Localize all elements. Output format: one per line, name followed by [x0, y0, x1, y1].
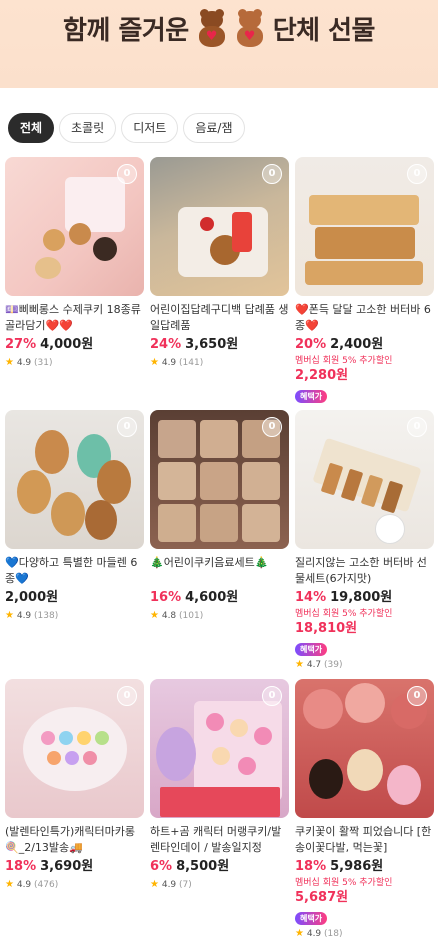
price-row: 18% 3,690원: [5, 858, 144, 876]
discount-rate: 6%: [150, 859, 173, 874]
rating: ★ 4.9 (476): [5, 879, 59, 890]
bear-cookie-icon: ♥: [235, 8, 265, 47]
discount-rate: 16%: [150, 590, 182, 605]
product-card[interactable]: 0 어린이집답례구디백 답례품 생일답례품 24% 3,650원 ★ 4.9 (1…: [150, 157, 289, 369]
price-row: 27% 4,000원: [5, 336, 144, 354]
wishlist-heart-icon[interactable]: 0: [262, 164, 282, 184]
product-image[interactable]: 0: [5, 679, 144, 818]
tab-dessert[interactable]: 디저트: [121, 113, 179, 143]
product-name[interactable]: 쿠키꽃이 활짝 피었습니다 [한송이꽃다발, 먹는꽃]: [295, 824, 434, 856]
product-image[interactable]: 0: [295, 679, 434, 818]
sale-price: 3,650원: [185, 337, 239, 352]
rating: ★ 4.9 (7): [150, 879, 192, 890]
tab-chocolate[interactable]: 초콜릿: [59, 113, 117, 143]
sale-price: 4,000원: [40, 337, 94, 352]
wishlist-heart-icon[interactable]: 0: [407, 686, 427, 706]
product-name[interactable]: 질리지않는 고소한 버터바 선물세트(6가지맛): [295, 555, 434, 587]
wishlist-heart-icon[interactable]: 0: [117, 686, 137, 706]
price-row: 6% 8,500원: [150, 858, 289, 876]
rating: ★ 4.9 (31): [5, 357, 53, 368]
sale-price: 3,690원: [40, 859, 94, 874]
star-icon: ★: [295, 659, 304, 670]
product-name[interactable]: 하트+곰 캐릭터 머랭쿠키/발렌타인데이 / 발송일지정: [150, 824, 289, 856]
product-name[interactable]: 💙다양하고 특별한 마들렌 6종💙: [5, 555, 144, 587]
product-card[interactable]: 0 쿠키꽃이 활짝 피었습니다 [한송이꽃다발, 먹는꽃] 18% 5,986원 …: [295, 679, 434, 938]
price-row: 24% 3,650원: [150, 336, 289, 354]
product-image[interactable]: 0: [150, 157, 289, 296]
promo-banner: 함께 즐거운 ♥ ♥ 단체 선물: [0, 0, 438, 88]
product-card[interactable]: 0 질리지않는 고소한 버터바 선물세트(6가지맛) 14% 19,800원 멤버…: [295, 410, 434, 671]
wishlist-heart-icon[interactable]: 0: [262, 686, 282, 706]
banner-title: 함께 즐거운 ♥ ♥ 단체 선물: [0, 8, 438, 47]
price-row: 18% 5,986원: [295, 858, 434, 876]
discount-rate: 14%: [295, 590, 327, 605]
sale-price: 5,986원: [330, 859, 384, 874]
discount-rate: 24%: [150, 337, 182, 352]
banner-title-left: 함께 즐거운: [63, 16, 189, 46]
rating: ★ 4.9 (138): [5, 610, 59, 621]
star-icon: ★: [150, 357, 159, 368]
price-row: 20% 2,400원: [295, 336, 434, 354]
sale-price: 2,400원: [330, 337, 384, 352]
rating: ★ 4.9 (141): [150, 357, 204, 368]
membership-price: 18,810원: [295, 621, 358, 636]
tab-beverage-jam[interactable]: 음료/잼: [183, 113, 245, 143]
category-tabs: 전체 초콜릿 디저트 음료/잼: [8, 113, 245, 143]
product-card[interactable]: 0 하트+곰 캐릭터 머랭쿠키/발렌타인데이 / 발송일지정 6% 8,500원 …: [150, 679, 289, 891]
sale-price: 2,000원: [5, 590, 59, 605]
product-card[interactable]: 0 🎄어린이쿠키음료세트🎄 16% 4,600원 ★ 4.8 (101): [150, 410, 289, 622]
price-row: 16% 4,600원: [150, 589, 289, 607]
product-name[interactable]: 💷삐삐롱스 수제쿠키 18종류 골라담기❤️❤️: [5, 302, 144, 334]
product-image[interactable]: 0: [295, 410, 434, 549]
benefit-price-badge: 혜택가: [295, 643, 328, 656]
bear-cookie-icon: ♥: [197, 8, 227, 47]
product-name[interactable]: (발렌타인특가)캐릭터마카롱🍭_2/13발송🚚: [5, 824, 144, 856]
rating: ★ 4.8 (101): [150, 610, 204, 621]
star-icon: ★: [5, 610, 14, 621]
tab-all[interactable]: 전체: [8, 113, 55, 143]
membership-discount-text: 멤버십 회원 5% 추가할인: [295, 878, 393, 888]
benefit-price-badge: 혜택가: [295, 912, 328, 925]
sale-price: 19,800원: [330, 590, 393, 605]
membership-price: 2,280원: [295, 368, 349, 383]
membership-price: 5,687원: [295, 890, 349, 905]
discount-rate: 27%: [5, 337, 37, 352]
rating: ★ 4.7 (39): [295, 659, 343, 670]
product-card[interactable]: 0 (발렌타인특가)캐릭터마카롱🍭_2/13발송🚚 18% 3,690원 ★ 4.…: [5, 679, 144, 891]
product-name[interactable]: 🎄어린이쿠키음료세트🎄: [150, 555, 289, 587]
banner-title-right: 단체 선물: [272, 16, 376, 46]
discount-rate: 20%: [295, 337, 327, 352]
product-image[interactable]: 0: [5, 410, 144, 549]
product-card[interactable]: 0 💷삐삐롱스 수제쿠키 18종류 골라담기❤️❤️ 27% 4,000원 ★ 4…: [5, 157, 144, 369]
product-image[interactable]: 0: [5, 157, 144, 296]
product-image[interactable]: 0: [150, 410, 289, 549]
discount-rate: 18%: [5, 859, 37, 874]
star-icon: ★: [5, 357, 14, 368]
product-card[interactable]: 0 💙다양하고 특별한 마들렌 6종💙 2,000원 ★ 4.9 (138): [5, 410, 144, 622]
wishlist-heart-icon[interactable]: 0: [117, 164, 137, 184]
membership-discount-text: 멤버십 회원 5% 추가할인: [295, 356, 393, 366]
rating: ★ 4.9 (18): [295, 928, 343, 938]
membership-discount-text: 멤버십 회원 5% 추가할인: [295, 609, 393, 619]
product-image[interactable]: 0: [295, 157, 434, 296]
wishlist-heart-icon[interactable]: 0: [262, 417, 282, 437]
product-name[interactable]: 어린이집답례구디백 답례품 생일답례품: [150, 302, 289, 334]
price-row: 14% 19,800원: [295, 589, 434, 607]
product-image[interactable]: 0: [150, 679, 289, 818]
wishlist-heart-icon[interactable]: 0: [407, 417, 427, 437]
sale-price: 8,500원: [176, 859, 230, 874]
product-card[interactable]: 0 ❤️폰득 달달 고소한 버터바 6종❤️ 20% 2,400원 멤버십 회원 …: [295, 157, 434, 403]
product-name[interactable]: ❤️폰득 달달 고소한 버터바 6종❤️: [295, 302, 434, 334]
star-icon: ★: [150, 879, 159, 890]
benefit-price-badge: 혜택가: [295, 390, 328, 403]
price-row: 2,000원: [5, 589, 144, 607]
wishlist-heart-icon[interactable]: 0: [117, 417, 137, 437]
discount-rate: 18%: [295, 859, 327, 874]
wishlist-heart-icon[interactable]: 0: [407, 164, 427, 184]
star-icon: ★: [150, 610, 159, 621]
star-icon: ★: [295, 928, 304, 938]
sale-price: 4,600원: [185, 590, 239, 605]
star-icon: ★: [5, 879, 14, 890]
